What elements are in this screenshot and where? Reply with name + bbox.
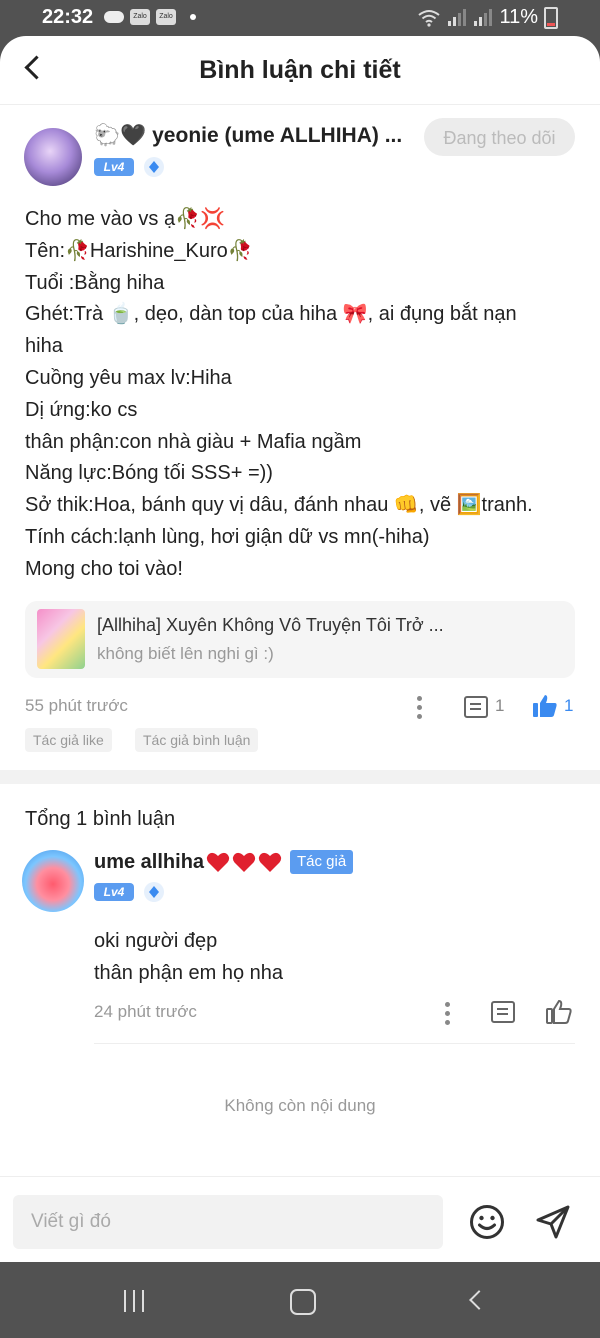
more-options-icon[interactable] — [416, 696, 422, 720]
comment-count: 1 — [495, 696, 505, 715]
heart-icon — [232, 851, 256, 873]
comment-input[interactable] — [13, 1195, 443, 1249]
header: Bình luận chi tiết — [0, 36, 600, 105]
level-badge: Lv4 — [94, 883, 134, 901]
verified-shield-icon — [144, 157, 164, 177]
post-line: Năng lực:Bóng tối SSS+ =)) — [25, 462, 273, 485]
level-badge: Lv4 — [94, 158, 134, 176]
heart-icons — [206, 851, 282, 873]
battery-icon — [544, 6, 558, 29]
zalo-notification-icon: Zalo — [130, 9, 150, 25]
like-icon[interactable] — [546, 1000, 572, 1024]
story-title: [Allhiha] Xuyên Không Vô Truyện Tôi Trở … — [97, 615, 444, 635]
comment-text: oki người đẹp thân phận em họ nha — [94, 926, 283, 990]
verified-shield-icon — [144, 882, 164, 902]
story-subtitle: không biết lên nghi gì :) — [97, 644, 274, 663]
composer-bar — [0, 1176, 600, 1262]
post-line: Cuồng yêu max lv:Hiha — [25, 366, 232, 389]
wifi-icon — [418, 9, 441, 27]
post-username[interactable]: 🐑🖤 yeonie (ume ALLHIHA) ... — [94, 124, 402, 148]
zalo-notification-icon: Zalo — [156, 9, 176, 25]
recent-apps-icon[interactable] — [122, 1290, 146, 1312]
comment-timestamp: 24 phút trước — [94, 1002, 197, 1021]
post-line: thân phận:con nhà giàu + Mafia ngầm — [25, 430, 362, 453]
author-badge: Tác giả — [290, 850, 354, 874]
battery-percent: 11% — [499, 6, 538, 28]
system-icons: 11% — [417, 6, 558, 29]
system-navigation-bar — [0, 1262, 600, 1338]
story-cover — [37, 609, 85, 669]
post-line: Tính cách:lạnh lùng, hơi giận dữ vs mn(-… — [25, 525, 430, 548]
post-line: Dị ứng:ko cs — [25, 398, 138, 421]
avatar[interactable] — [22, 850, 84, 912]
signal-icon — [448, 8, 467, 26]
comment-line: thân phận em họ nha — [94, 961, 284, 984]
system-back-icon[interactable] — [466, 1290, 486, 1312]
post-line: Sở thik:Hoa, bánh quy vị dâu, đánh nhau … — [25, 494, 533, 517]
more-notifications-dot — [190, 14, 196, 20]
comment-separator — [94, 1043, 575, 1044]
comment-total: Tổng 1 bình luận — [25, 808, 176, 830]
home-icon[interactable] — [290, 1289, 316, 1315]
more-options-icon[interactable] — [444, 1002, 450, 1026]
end-of-content-text: Không còn nội dung — [224, 1096, 376, 1115]
post-line: Ghét:Trà 🍵, dẹo, dàn top của hiha 🎀, ai … — [25, 303, 517, 326]
comment-username[interactable]: ume allhiha — [94, 851, 204, 874]
cloud-icon — [104, 11, 124, 23]
clock: 22:32 — [42, 6, 94, 28]
post-content: Cho me vào vs ạ🥀💢 Tên:🥀Harishine_Kuro🥀 T… — [25, 204, 575, 586]
post-line: Tuổi :Bằng hiha — [25, 271, 165, 294]
send-icon[interactable] — [535, 1204, 571, 1240]
emoji-icon[interactable] — [469, 1204, 505, 1240]
post-line: Tên:🥀Harishine_Kuro🥀 — [25, 239, 253, 262]
post-line: hiha — [25, 335, 63, 358]
status-bar: 22:32 Zalo Zalo 11% — [0, 0, 600, 36]
notification-icons: Zalo Zalo — [104, 9, 196, 25]
comment-line: oki người đẹp — [94, 930, 218, 952]
section-divider — [0, 770, 600, 784]
avatar[interactable] — [24, 128, 82, 186]
post-line: Mong cho toi vào! — [25, 557, 183, 580]
following-button[interactable]: Đang theo dõi — [424, 118, 575, 156]
tag-author-liked: Tác giả like — [25, 728, 112, 752]
page-title: Bình luận chi tiết — [199, 56, 401, 84]
comment-detail-sheet: Bình luận chi tiết 🐑🖤 yeonie (ume ALLHIH… — [0, 36, 600, 1262]
post-line: Cho me vào vs ạ🥀💢 — [25, 208, 225, 230]
heart-icon — [258, 851, 282, 873]
like-count: 1 — [564, 696, 574, 715]
signal-icon — [474, 8, 493, 26]
reply-icon[interactable] — [491, 1001, 515, 1023]
like-filled-icon[interactable] — [532, 694, 558, 718]
post-timestamp: 55 phút trước — [25, 696, 128, 715]
tag-author-commented: Tác giả bình luận — [135, 728, 259, 752]
story-link-card[interactable]: [Allhiha] Xuyên Không Vô Truyện Tôi Trở … — [25, 601, 575, 678]
heart-icon — [206, 851, 230, 873]
comment-icon[interactable] — [464, 696, 488, 718]
